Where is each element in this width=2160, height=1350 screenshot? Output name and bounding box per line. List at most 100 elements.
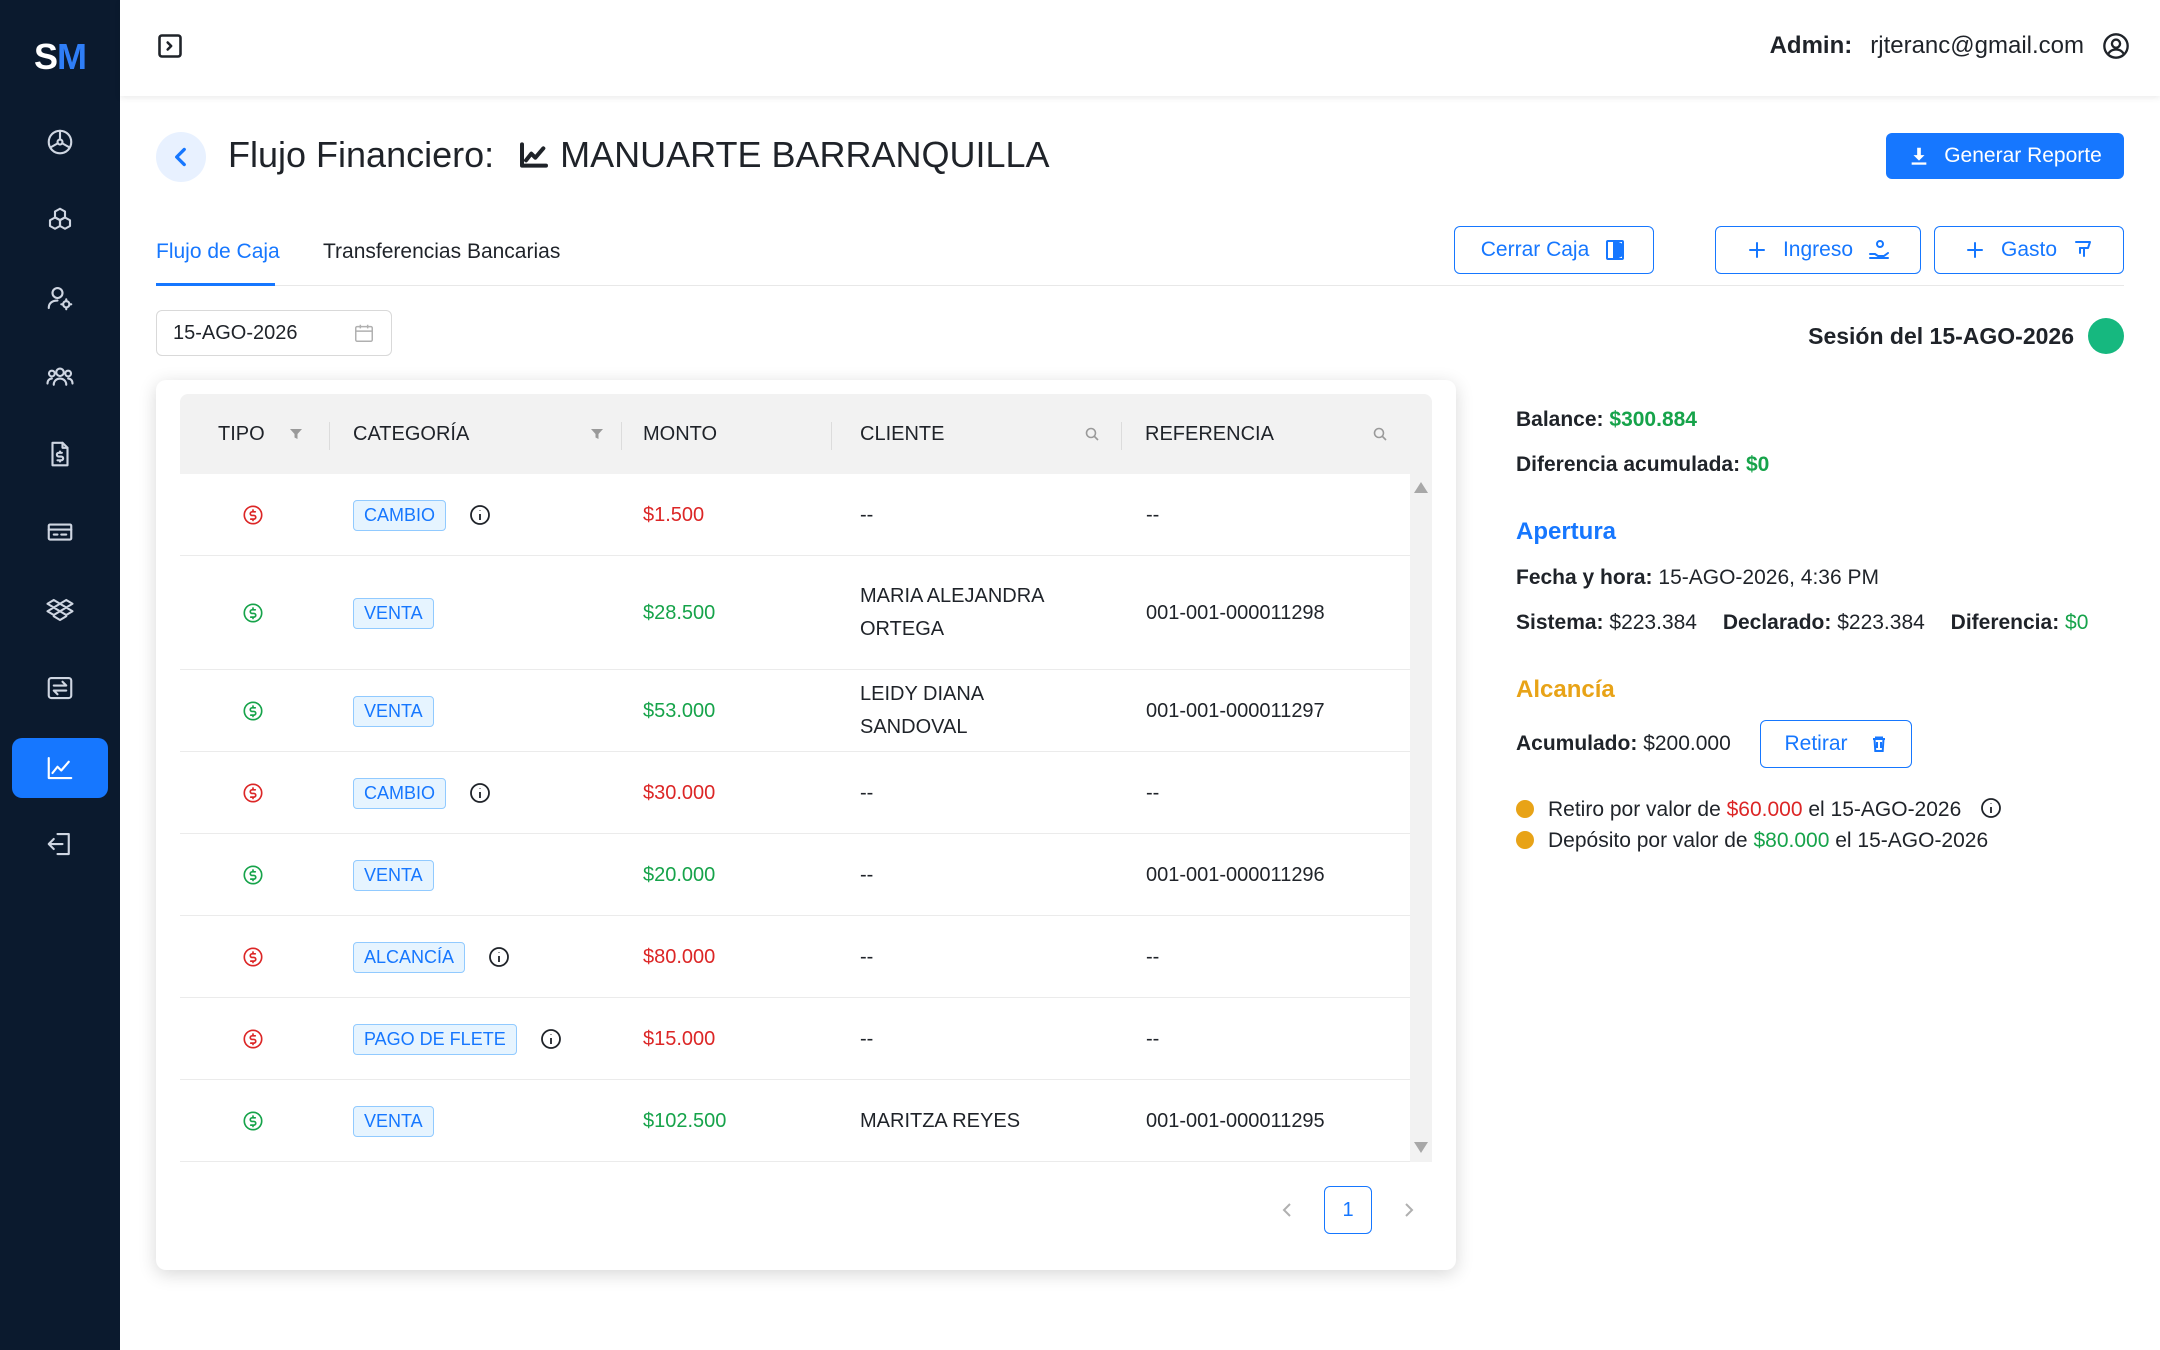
cell-tipo [242,474,264,556]
top-bar: Admin: rjteranc@gmail.com [120,0,2160,96]
sidebar-item-products[interactable] [12,190,108,250]
cell-cliente: -- [860,781,874,804]
cell-cliente: -- [860,863,874,886]
sidebar-item-financial-flow[interactable] [12,738,108,798]
income-dollar-icon [243,1111,263,1131]
cell-categoria: VENTA [353,556,434,670]
user-gear-icon [47,286,73,311]
sidebar-item-invoices[interactable] [12,424,108,484]
logout-icon [47,832,70,856]
sidebar-item-payments[interactable] [12,502,108,562]
cell-cliente: -- [860,945,874,968]
tab-bank-transfers[interactable]: Transferencias Bancarias [323,240,560,264]
info-icon[interactable] [1979,796,2003,820]
opening-datetime-line: Fecha y hora: 15-AGO-2026, 4:36 PM [1516,566,1879,590]
cell-referencia: 001-001-000011298 [1146,601,1325,624]
income-dollar-icon [243,603,263,623]
page-title-prefix: Flujo Financiero: [228,134,495,175]
category-tag: CAMBIO [353,499,447,531]
tabs-bar: Flujo de Caja Transferencias Bancarias C… [156,226,2124,286]
column-divider [329,422,330,450]
cell-monto: $20.000 [643,863,716,886]
date-filter-value: 15-AGO-2026 [173,321,298,344]
close-cash-label: Cerrar Caja [1480,238,1590,261]
movement-bullet [1516,800,1534,818]
cell-categoria: CAMBIO [353,752,492,834]
add-income-button[interactable]: Ingreso [1715,226,1921,274]
scroll-down-arrow[interactable] [1414,1142,1428,1153]
plus-icon [1966,242,1983,258]
dropbox-icon [46,598,74,622]
sidebar-item-users-settings[interactable] [12,268,108,328]
cell-cliente: LEIDY DIANA SANDOVAL [860,683,984,738]
search-icon[interactable] [1372,426,1388,442]
sidebar-item-transfers[interactable] [12,658,108,718]
sidebar-item-logout[interactable] [12,814,108,874]
table-scrollbar[interactable] [1410,474,1432,1162]
cell-monto: $28.500 [643,601,716,624]
cell-monto: $1.500 [643,503,705,526]
expense-dollar-icon [243,947,263,967]
apertura-heading: Apertura [1516,518,1617,545]
tab-cash-flow[interactable]: Flujo de Caja [156,240,280,264]
add-expense-button[interactable]: Gasto [1934,226,2124,274]
expense-dollar-icon [243,505,263,525]
cell-cliente: -- [860,503,874,526]
scroll-up-arrow[interactable] [1414,482,1428,493]
date-filter[interactable]: 15-AGO-2026 [156,310,392,356]
sidebar-toggle-icon[interactable] [156,32,184,60]
cell-categoria: ALCANCÍA [353,916,511,998]
column-header-referencia: REFERENCIA [1145,422,1274,445]
chevron-left-icon [175,147,186,167]
pagination-next-icon[interactable] [1398,1200,1418,1220]
sidebar-item-clients[interactable] [12,346,108,406]
cell-tipo [242,670,264,752]
session-status-indicator [2088,318,2124,354]
info-icon[interactable] [468,781,492,805]
pagination-page[interactable]: 1 [1324,1186,1372,1234]
generate-report-button[interactable]: Generar Reporte [1886,133,2124,179]
cell-referencia: -- [1146,1027,1160,1050]
balance-label: Balance: [1516,408,1604,431]
opening-amounts-line: Sistema: $223.384 Declarado: $223.384 Di… [1516,611,2088,635]
column-divider [1121,422,1122,450]
balance-line: Balance: $300.884 [1516,408,1697,432]
info-icon[interactable] [468,503,492,527]
session-status: Sesión del 15-AGO-2026 [1808,318,2124,354]
trash-icon [1872,736,1885,752]
accumulated-label: Acumulado: [1516,732,1638,755]
sidebar-item-inventory[interactable] [12,580,108,640]
cell-referencia: 001-001-000011297 [1146,699,1325,722]
search-icon[interactable] [1084,426,1100,442]
sidebar-item-dashboard[interactable] [12,112,108,172]
cell-tipo [242,916,264,998]
table-row: CAMBIO $1.500 -- -- [180,474,1410,556]
opening-datetime-value: 15-AGO-2026, 4:36 PM [1658,566,1880,589]
category-tag: VENTA [353,597,434,629]
info-icon[interactable] [539,1027,563,1051]
movement-amount: $60.000 [1726,798,1803,821]
alcancia-heading: Alcancía [1516,676,1615,703]
user-account-icon[interactable] [2102,32,2130,60]
category-tag: VENTA [353,1105,434,1137]
movement-amount: $80.000 [1753,829,1830,852]
transfer-icon [47,676,73,700]
session-label: Sesión del 15-AGO-2026 [1808,322,2074,349]
pagination-prev-icon[interactable] [1278,1200,1298,1220]
filter-icon[interactable] [288,426,304,442]
info-icon[interactable] [487,945,511,969]
dashboard-icon [47,129,73,155]
table-row: VENTA $102.500 MARITZA REYES 001-001-000011… [180,1080,1410,1162]
accumulated-diff-label: Diferencia acumulada: [1516,453,1741,476]
boxes-icon [48,207,72,230]
filter-icon[interactable] [589,426,605,442]
admin-info: Admin: rjteranc@gmail.com [1770,32,2130,60]
column-header-categoria: CATEGORÍA [353,422,470,445]
system-value: $223.384 [1609,611,1697,634]
back-button[interactable] [156,132,206,182]
close-cash-button[interactable]: Cerrar Caja [1454,226,1654,274]
category-tag: ALCANCÍA [353,941,466,973]
cell-monto: $30.000 [643,781,716,804]
withdraw-button[interactable]: Retirar [1760,720,1912,768]
cell-referencia: 001-001-000011296 [1146,863,1325,886]
